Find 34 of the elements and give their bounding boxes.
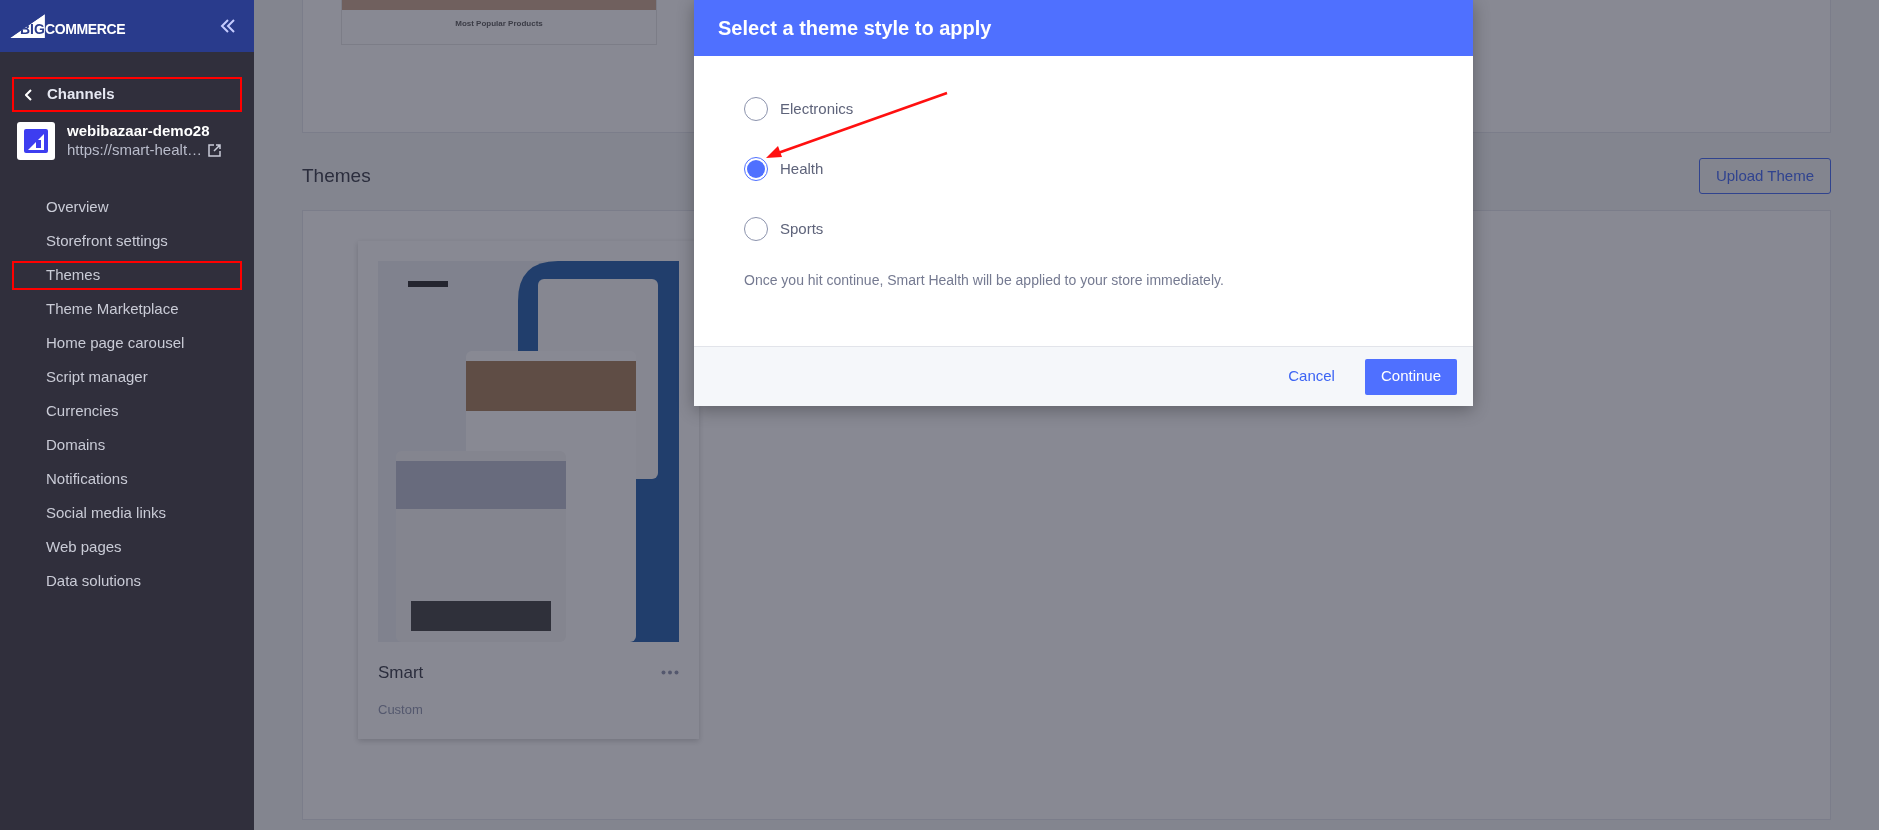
- chevron-left-icon: [25, 88, 33, 101]
- radio-option[interactable]: Health: [744, 156, 824, 182]
- nav-item[interactable]: Overview: [12, 193, 242, 222]
- radio-option[interactable]: Sports: [744, 216, 824, 242]
- radio-button[interactable]: [744, 97, 768, 121]
- radio-button[interactable]: [744, 157, 768, 181]
- nav-item[interactable]: Currencies: [12, 397, 242, 426]
- preview-heading: Most Popular Products: [455, 18, 543, 30]
- store-icon: [17, 122, 55, 160]
- dialog-note: Once you hit continue, Smart Health will be applied to your store immediately.: [744, 271, 1225, 290]
- back-link[interactable]: Channels: [12, 77, 242, 112]
- nav-item[interactable]: Data solutions: [12, 567, 242, 596]
- store-name: webibazaar-demo28: [67, 122, 211, 141]
- nav-item[interactable]: Theme Marketplace: [12, 295, 242, 324]
- continue-button[interactable]: Continue: [1364, 358, 1457, 395]
- store-url[interactable]: https://smart-healt…: [67, 141, 203, 160]
- nav-item[interactable]: Domains: [12, 431, 242, 460]
- logo-word: COMMERCE: [44, 22, 126, 38]
- nav-item[interactable]: Home page carousel: [12, 329, 242, 358]
- nav-item[interactable]: Themes: [12, 261, 242, 290]
- dialog-title: Select a theme style to apply: [718, 16, 992, 41]
- cancel-link[interactable]: Cancel: [1282, 365, 1341, 388]
- section-title: Themes: [302, 163, 371, 188]
- external-link-icon[interactable]: [208, 143, 222, 157]
- nav-item[interactable]: Web pages: [12, 533, 242, 562]
- nav-item[interactable]: Notifications: [12, 465, 242, 494]
- more-icon[interactable]: [661, 670, 679, 676]
- collapse-icon[interactable]: [220, 19, 236, 33]
- theme-name: Smart: [378, 662, 424, 684]
- radio-option[interactable]: Electronics: [744, 96, 854, 122]
- nav-item[interactable]: Storefront settings: [12, 227, 242, 256]
- radio-button[interactable]: [744, 217, 768, 241]
- nav-item[interactable]: Social media links: [12, 499, 242, 528]
- nav-item[interactable]: Script manager: [12, 363, 242, 392]
